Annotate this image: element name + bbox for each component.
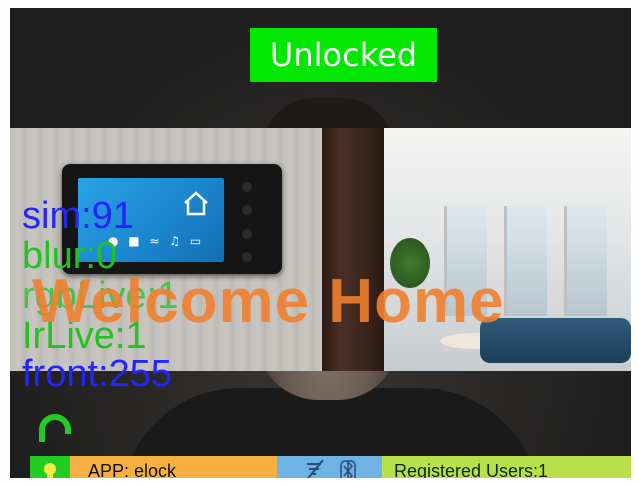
metric-front: front:255 [22, 353, 172, 395]
lock-status-indicator [30, 456, 70, 478]
connectivity-glyphs [306, 459, 356, 478]
wifi-icon [306, 459, 324, 478]
panel-buttons [242, 182, 254, 262]
bluetooth-icon [340, 460, 356, 478]
camera-screen: ● ■ ≈ ♫ ▭ Unlocked sim:91 blur:0 rgbLive… [10, 8, 631, 478]
unlock-status-badge: Unlocked [250, 28, 437, 82]
app-name-label: APP: elock [70, 456, 277, 478]
connectivity-icons [277, 456, 382, 478]
lightbulb-icon [44, 463, 56, 478]
welcome-home-banner: Welcome Home [32, 267, 505, 336]
bottom-status-bar: APP: elock Registered Users:1 [10, 456, 631, 478]
metric-sim: sim:91 [22, 195, 134, 237]
device-frame: ● ■ ≈ ♫ ▭ Unlocked sim:91 blur:0 rgbLive… [0, 0, 639, 485]
registered-users-label: Registered Users:1 [382, 456, 631, 478]
home-icon [184, 191, 208, 216]
